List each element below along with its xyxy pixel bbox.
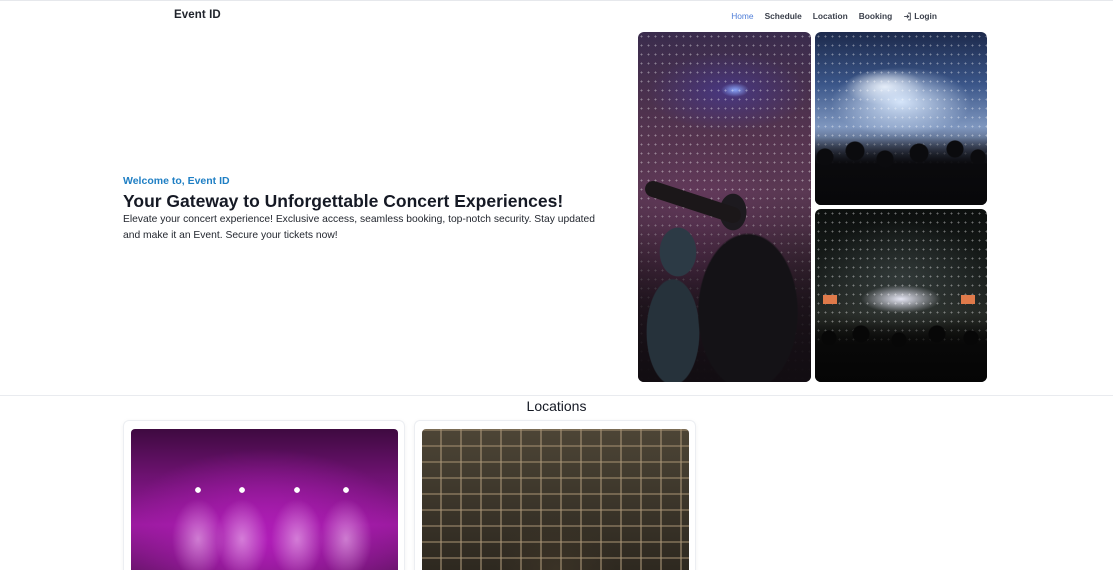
nav-booking-link[interactable]: Booking <box>859 11 893 21</box>
login-icon <box>903 12 912 21</box>
location-card[interactable] <box>123 420 405 570</box>
purple-stage-image <box>131 429 398 570</box>
hero-welcome: Welcome to, Event ID <box>123 175 230 187</box>
hero-section: Welcome to, Event ID Your Gateway to Unf… <box>123 175 623 244</box>
navbar: Event ID Home Schedule Location Booking … <box>0 1 1113 29</box>
login-button[interactable]: Login <box>903 11 937 21</box>
main-nav: Home Schedule Location Booking Login <box>731 11 937 21</box>
hero-title: Your Gateway to Unforgettable Concert Ex… <box>123 191 564 211</box>
confetti-stage-image <box>815 209 987 382</box>
login-label: Login <box>914 11 937 21</box>
concert-crowd-image <box>638 32 811 382</box>
section-divider <box>0 395 1113 396</box>
location-card[interactable] <box>414 420 696 570</box>
hero-description: Elevate your concert experience! Exclusi… <box>123 214 595 241</box>
stage-truss-image <box>422 429 689 570</box>
hero-gallery <box>638 32 987 382</box>
brand-logo[interactable]: Event ID <box>174 9 221 21</box>
nav-home-link[interactable]: Home <box>731 11 753 21</box>
nav-location-link[interactable]: Location <box>813 11 848 21</box>
nav-schedule-link[interactable]: Schedule <box>765 11 802 21</box>
stage-lights-image <box>815 32 987 205</box>
locations-title: Locations <box>526 398 587 414</box>
